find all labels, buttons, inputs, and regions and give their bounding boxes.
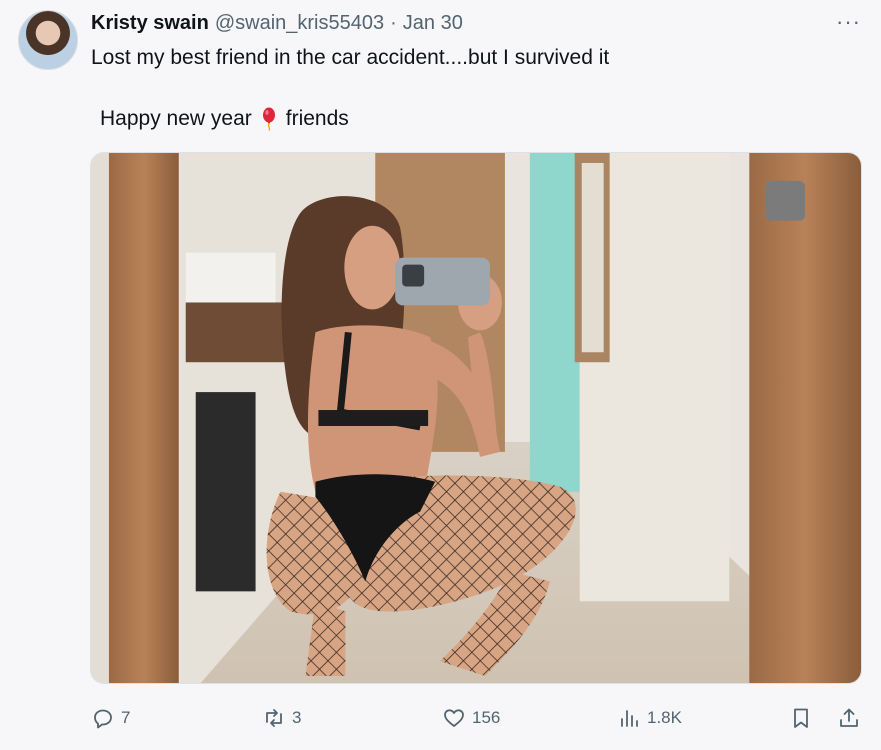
action-bar: 7 3 156 1.8K [0,700,881,736]
tweet-photo[interactable] [90,152,862,684]
reply-count: 7 [121,708,131,727]
repost-icon [266,709,282,727]
repost-count: 3 [292,708,302,727]
repost-button[interactable]: 3 [262,706,301,730]
tweet-text-greeting: Happy new year [100,107,252,130]
heart-icon [444,709,464,727]
balloon-icon [260,107,278,131]
like-button[interactable]: 156 [442,706,500,730]
more-options-icon[interactable]: ··· [836,11,861,33]
tweet-text-line-1: Lost my best friend in the car accident.… [91,46,610,69]
reply-icon [94,709,112,729]
like-count: 156 [472,708,501,727]
views-count: 1.8K [647,708,682,727]
avatar[interactable] [18,10,78,70]
tweet-text-friends: friends [285,107,349,130]
bookmark-button[interactable] [789,706,813,730]
tweet-date[interactable]: Jan 30 [403,12,463,35]
bookmark-icon [794,708,808,728]
share-button[interactable] [837,706,861,730]
separator-dot: · [390,12,397,34]
tweet-header: Kristy swain @swain_kris55403 · Jan 30 [91,12,463,35]
share-icon [840,708,858,727]
author-name[interactable]: Kristy swain [91,12,209,35]
views-button[interactable]: 1.8K [617,706,682,730]
views-chart-icon [621,710,638,727]
author-handle[interactable]: @swain_kris55403 [215,12,384,35]
tweet-text-line-2: Happy new year friends [100,107,349,131]
reply-button[interactable]: 7 [91,706,130,730]
